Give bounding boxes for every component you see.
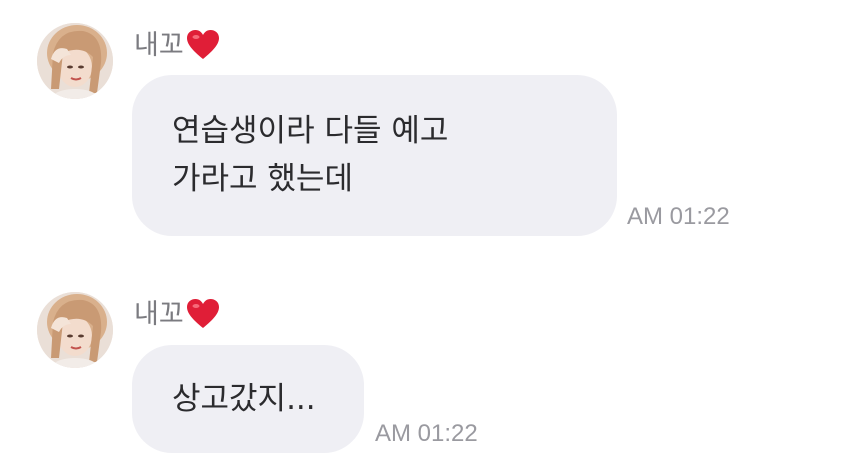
message-bubble[interactable]: 연습생이라 다들 예고 가라고 했는데	[132, 75, 617, 236]
message-text-line: 상고갔지...	[172, 381, 316, 417]
avatar[interactable]	[37, 23, 113, 99]
message-text-line: 가라고 했는데	[172, 161, 353, 197]
sender: 내꼬	[134, 298, 220, 330]
sender-name: 내꼬	[134, 298, 184, 330]
message-text-line: 연습생이라 다들 예고	[172, 113, 449, 149]
sender-name: 내꼬	[134, 29, 184, 61]
heart-icon	[186, 29, 220, 61]
avatar[interactable]	[37, 292, 113, 368]
timestamp: AM 01:22	[627, 203, 730, 230]
heart-icon	[186, 298, 220, 330]
timestamp: AM 01:22	[375, 420, 478, 447]
sender: 내꼬	[134, 29, 220, 61]
message-bubble[interactable]: 상고갔지...	[132, 345, 364, 453]
